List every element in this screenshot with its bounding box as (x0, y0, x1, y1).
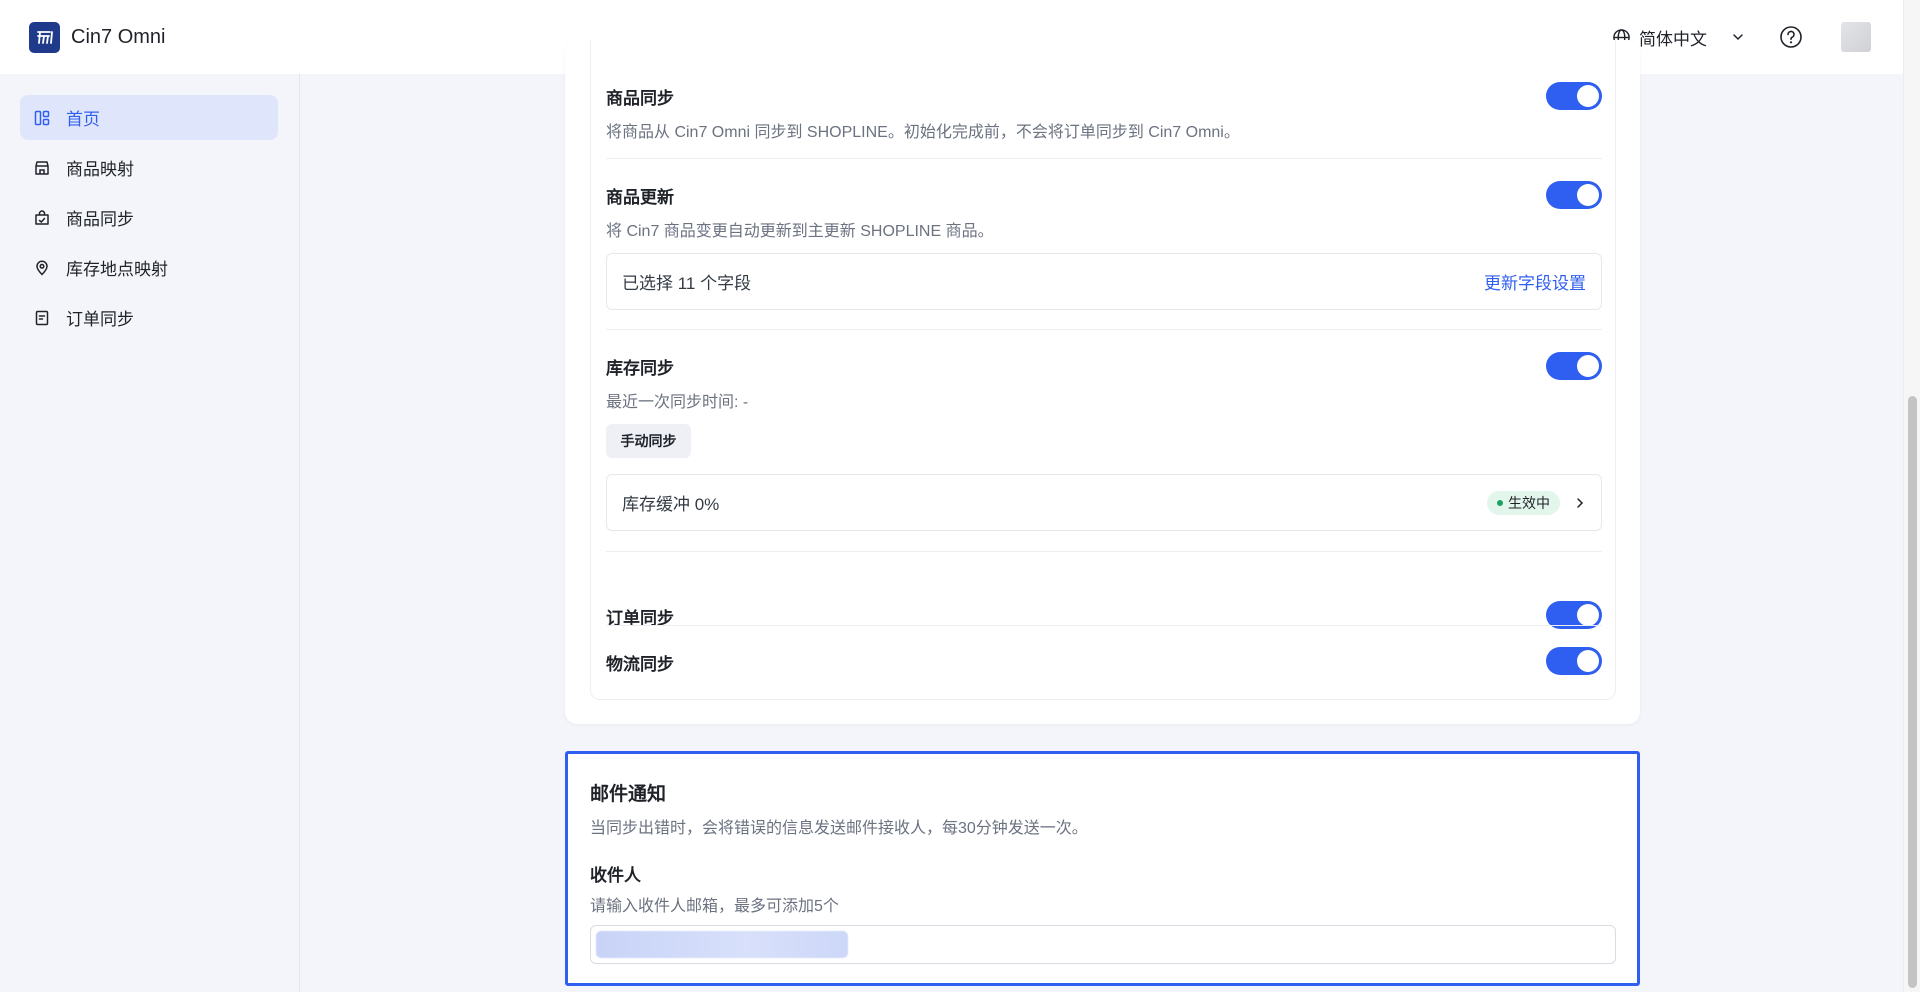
sync-settings-panel: 商品同步 将商品从 Cin7 Omni 同步到 SHOPLINE。初始化完成前，… (590, 40, 1616, 700)
status-dot (1497, 499, 1503, 506)
product-update-section: 商品更新 将 Cin7 商品变更自动更新到主更新 SHOPLINE 商品。 (606, 181, 1602, 241)
page-scrollbar[interactable] (1903, 0, 1920, 992)
sidebar-item-label: 商品同步 (66, 210, 134, 229)
inventory-buffer-row[interactable]: 库存缓冲 0% 生效中 (606, 474, 1602, 531)
chevron-right-icon (1574, 497, 1586, 509)
language-label: 简体中文 (1639, 29, 1707, 49)
sidebar-item-product-sync[interactable]: 商品同步 (20, 195, 278, 240)
dashboard-icon (34, 110, 50, 125)
inventory-sync-title: 库存同步 (606, 359, 674, 378)
sidebar-item-label: 商品映射 (66, 160, 134, 179)
app-name: Cin7 Omni (71, 25, 166, 48)
top-right-actions: 简体中文 (1612, 0, 1871, 74)
sidebar-item-label: 库存地点映射 (66, 260, 168, 279)
status-badge-text: 生效中 (1508, 494, 1550, 511)
sidebar-item-order-sync[interactable]: 订单同步 (20, 295, 278, 340)
sidebar-item-product-mapping[interactable]: 商品映射 (20, 145, 278, 190)
inventory-sync-section: 库存同步 最近一次同步时间: - (606, 352, 1602, 412)
toggle-knob (1577, 650, 1599, 672)
sidebar-item-home[interactable]: 首页 (20, 95, 278, 140)
inventory-sync-toggle[interactable] (1546, 352, 1602, 380)
recipients-input[interactable] (590, 925, 1616, 964)
cin7-logo-icon (29, 21, 60, 53)
email-notification-card: 邮件通知 当同步出错时，会将错误的信息发送邮件接收人，每30分钟发送一次。 收件… (565, 751, 1640, 986)
last-sync-time: 最近一次同步时间: - (606, 394, 749, 411)
toggle-knob (1577, 85, 1599, 107)
status-badge: 生效中 (1487, 490, 1560, 515)
divider (606, 551, 1602, 552)
sidebar-item-label: 订单同步 (66, 310, 134, 329)
order-doc-icon (35, 310, 49, 325)
brand[interactable]: Cin7 Omni (29, 21, 166, 53)
manual-sync-button[interactable]: 手动同步 (606, 424, 691, 458)
email-notification-title: 邮件通知 (590, 784, 667, 805)
sync-settings-card: 商品同步 将商品从 Cin7 Omni 同步到 SHOPLINE。初始化完成前，… (565, 40, 1640, 724)
product-update-title: 商品更新 (606, 188, 674, 207)
product-sync-desc: 将商品从 Cin7 Omni 同步到 SHOPLINE。初始化完成前，不会将订单… (606, 124, 1240, 141)
toggle-knob (1577, 604, 1599, 626)
sidebar-item-inventory-location[interactable]: 库存地点映射 (20, 245, 278, 290)
recipient-email-tag[interactable] (596, 931, 848, 958)
product-update-desc: 将 Cin7 商品变更自动更新到主更新 SHOPLINE 商品。 (606, 223, 994, 240)
fields-selected-count: 已选择 11 个字段 (622, 274, 752, 293)
sidebar-item-label: 首页 (66, 110, 100, 129)
location-pin-icon (36, 260, 48, 276)
sidebar: 首页 商品映射 商品同步 库存地点映射 订单同步 (0, 74, 300, 992)
email-notification-desc: 当同步出错时，会将错误的信息发送邮件接收人，每30分钟发送一次。 (590, 820, 1088, 837)
bag-sync-icon (35, 209, 49, 225)
logistics-sync-toggle[interactable] (1546, 647, 1602, 675)
recipients-label: 收件人 (590, 866, 641, 885)
recipients-desc: 请输入收件人邮箱，最多可添加5个 (590, 898, 839, 915)
avatar[interactable] (1841, 22, 1871, 52)
toggle-knob (1577, 355, 1599, 377)
scrollbar-thumb[interactable] (1908, 396, 1917, 988)
chevron-down-icon (1733, 34, 1743, 41)
product-update-toggle[interactable] (1546, 181, 1602, 209)
shop-icon (35, 160, 49, 175)
product-sync-toggle[interactable] (1546, 82, 1602, 110)
product-sync-section: 商品同步 将商品从 Cin7 Omni 同步到 SHOPLINE。初始化完成前，… (606, 82, 1602, 142)
logistics-sync-title: 物流同步 (606, 655, 674, 674)
divider (606, 329, 1602, 330)
product-sync-title: 商品同步 (606, 89, 674, 108)
divider (606, 158, 1602, 159)
update-fields-box: 已选择 11 个字段 更新字段设置 (606, 253, 1602, 310)
update-fields-settings-link[interactable]: 更新字段设置 (1484, 269, 1586, 294)
toggle-knob (1577, 184, 1599, 206)
divider (606, 625, 1602, 626)
inventory-buffer-label: 库存缓冲 0% (622, 495, 720, 514)
help-icon[interactable] (1779, 25, 1803, 49)
